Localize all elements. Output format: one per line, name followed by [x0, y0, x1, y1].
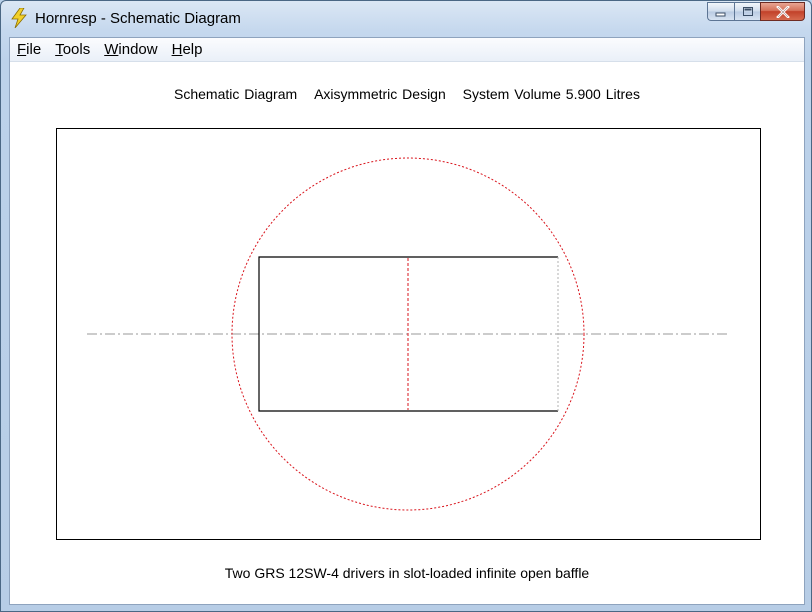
menu-bar: File Tools Window Help	[10, 38, 804, 62]
heading-volume: System Volume 5.900 Litres	[462, 86, 640, 102]
client-area: File Tools Window Help Schematic Diagram…	[9, 37, 805, 605]
window-title: Hornresp - Schematic Diagram	[35, 10, 241, 27]
caption-buttons	[707, 2, 805, 22]
menu-window[interactable]: Window	[97, 39, 164, 60]
menu-help[interactable]: Help	[165, 39, 210, 60]
minimize-button[interactable]	[707, 2, 734, 21]
minimize-icon	[715, 12, 726, 16]
lightning-bolt-icon[interactable]	[10, 8, 28, 28]
diagram-heading: Schematic Diagram Axisymmetric Design Sy…	[10, 86, 804, 102]
maximize-icon	[742, 7, 753, 16]
title-bar[interactable]: Hornresp - Schematic Diagram	[1, 1, 811, 35]
menu-tools[interactable]: Tools	[48, 39, 97, 60]
schematic-diagram	[87, 157, 729, 511]
heading-design: Axisymmetric Design	[314, 86, 446, 102]
close-icon	[775, 5, 790, 18]
diagram-caption: Two GRS 12SW-4 drivers in slot-loaded in…	[224, 565, 590, 581]
app-window: Hornresp - Schematic Diagram File Tools …	[0, 0, 812, 612]
maximize-button[interactable]	[734, 2, 760, 21]
menu-file[interactable]: File	[10, 39, 48, 60]
schematic-frame	[56, 128, 761, 540]
heading-title: Schematic Diagram	[174, 86, 298, 102]
close-button[interactable]	[760, 2, 805, 21]
